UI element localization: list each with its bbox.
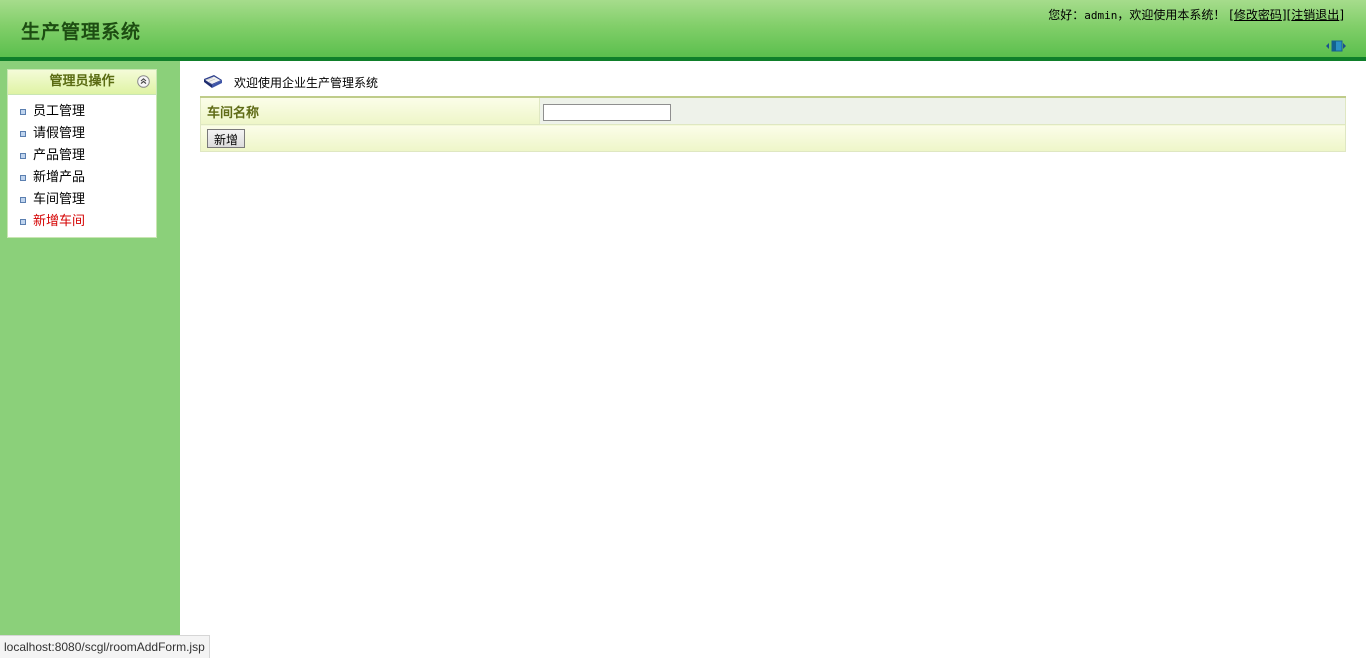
bullet-icon bbox=[20, 175, 26, 181]
sidebar-item-leave-management[interactable]: 请假管理 bbox=[8, 123, 156, 145]
logout-link[interactable]: 注销退出 bbox=[1291, 8, 1339, 22]
sidebar-item-workshop-management[interactable]: 车间管理 bbox=[8, 189, 156, 211]
bullet-icon bbox=[20, 197, 26, 203]
sidebar-item-label: 产品管理 bbox=[33, 148, 86, 163]
sidebar-item-add-workshop[interactable]: 新增车间 bbox=[8, 211, 156, 233]
change-password-link[interactable]: 修改密码 bbox=[1234, 8, 1282, 22]
bullet-icon bbox=[20, 219, 26, 225]
breadcrumb: 欢迎使用企业生产管理系统 bbox=[203, 72, 378, 92]
greeting-prefix: 您好： bbox=[1048, 8, 1085, 22]
status-bar-url: localhost:8080/scgl/roomAddForm.jsp bbox=[0, 635, 210, 658]
app-title: 生产管理系统 bbox=[21, 21, 142, 43]
menu-panel-header[interactable]: 管理员操作 bbox=[8, 70, 156, 95]
workshop-name-cell bbox=[539, 96, 1346, 125]
form-row-name: 车间名称 bbox=[200, 96, 1346, 125]
bullet-icon bbox=[20, 131, 26, 137]
username: admin bbox=[1084, 9, 1118, 22]
bracket-close: ] bbox=[1339, 8, 1344, 22]
sidebar: 管理员操作 员工管理 请假管理 产品管理 新增产品 车间管理 新增车间 bbox=[0, 61, 180, 658]
book-icon bbox=[204, 75, 222, 88]
sidebar-item-label: 新增产品 bbox=[33, 170, 86, 185]
sidebar-item-label: 车间管理 bbox=[33, 192, 86, 207]
admin-menu-panel: 管理员操作 员工管理 请假管理 产品管理 新增产品 车间管理 新增车间 bbox=[7, 69, 157, 238]
sidebar-item-add-product[interactable]: 新增产品 bbox=[8, 167, 156, 189]
bullet-icon bbox=[20, 153, 26, 159]
collapse-up-icon[interactable] bbox=[137, 75, 150, 88]
menu-list: 员工管理 请假管理 产品管理 新增产品 车间管理 新增车间 bbox=[8, 95, 156, 233]
form-row-actions: 新增 bbox=[200, 124, 1346, 152]
welcome-text: 欢迎使用企业生产管理系统 bbox=[234, 75, 379, 90]
top-header: 生产管理系统 您好：admin，欢迎使用本系统！ [修改密码][注销退出] bbox=[0, 0, 1366, 57]
sidebar-item-label: 请假管理 bbox=[33, 126, 86, 141]
add-button[interactable]: 新增 bbox=[207, 128, 246, 148]
greeting-suffix: ，欢迎使用本系统！ bbox=[1117, 8, 1226, 22]
bullet-icon bbox=[20, 109, 26, 115]
workshop-form: 车间名称 新增 bbox=[200, 96, 1346, 152]
form-actions: 新增 bbox=[200, 124, 1346, 152]
sidebar-item-employee-management[interactable]: 员工管理 bbox=[8, 101, 156, 123]
header-divider bbox=[0, 57, 1366, 61]
user-info: 您好：admin，欢迎使用本系统！ [修改密码][注销退出] bbox=[1048, 6, 1344, 23]
sidebar-item-label: 员工管理 bbox=[33, 104, 86, 119]
sidebar-item-product-management[interactable]: 产品管理 bbox=[8, 145, 156, 167]
sidebar-item-label: 新增车间 bbox=[33, 214, 86, 229]
workshop-name-input[interactable] bbox=[543, 103, 671, 121]
sidebar-toggle-icon[interactable] bbox=[1322, 40, 1350, 52]
workshop-name-label: 车间名称 bbox=[200, 96, 540, 125]
menu-panel-title: 管理员操作 bbox=[49, 74, 115, 89]
